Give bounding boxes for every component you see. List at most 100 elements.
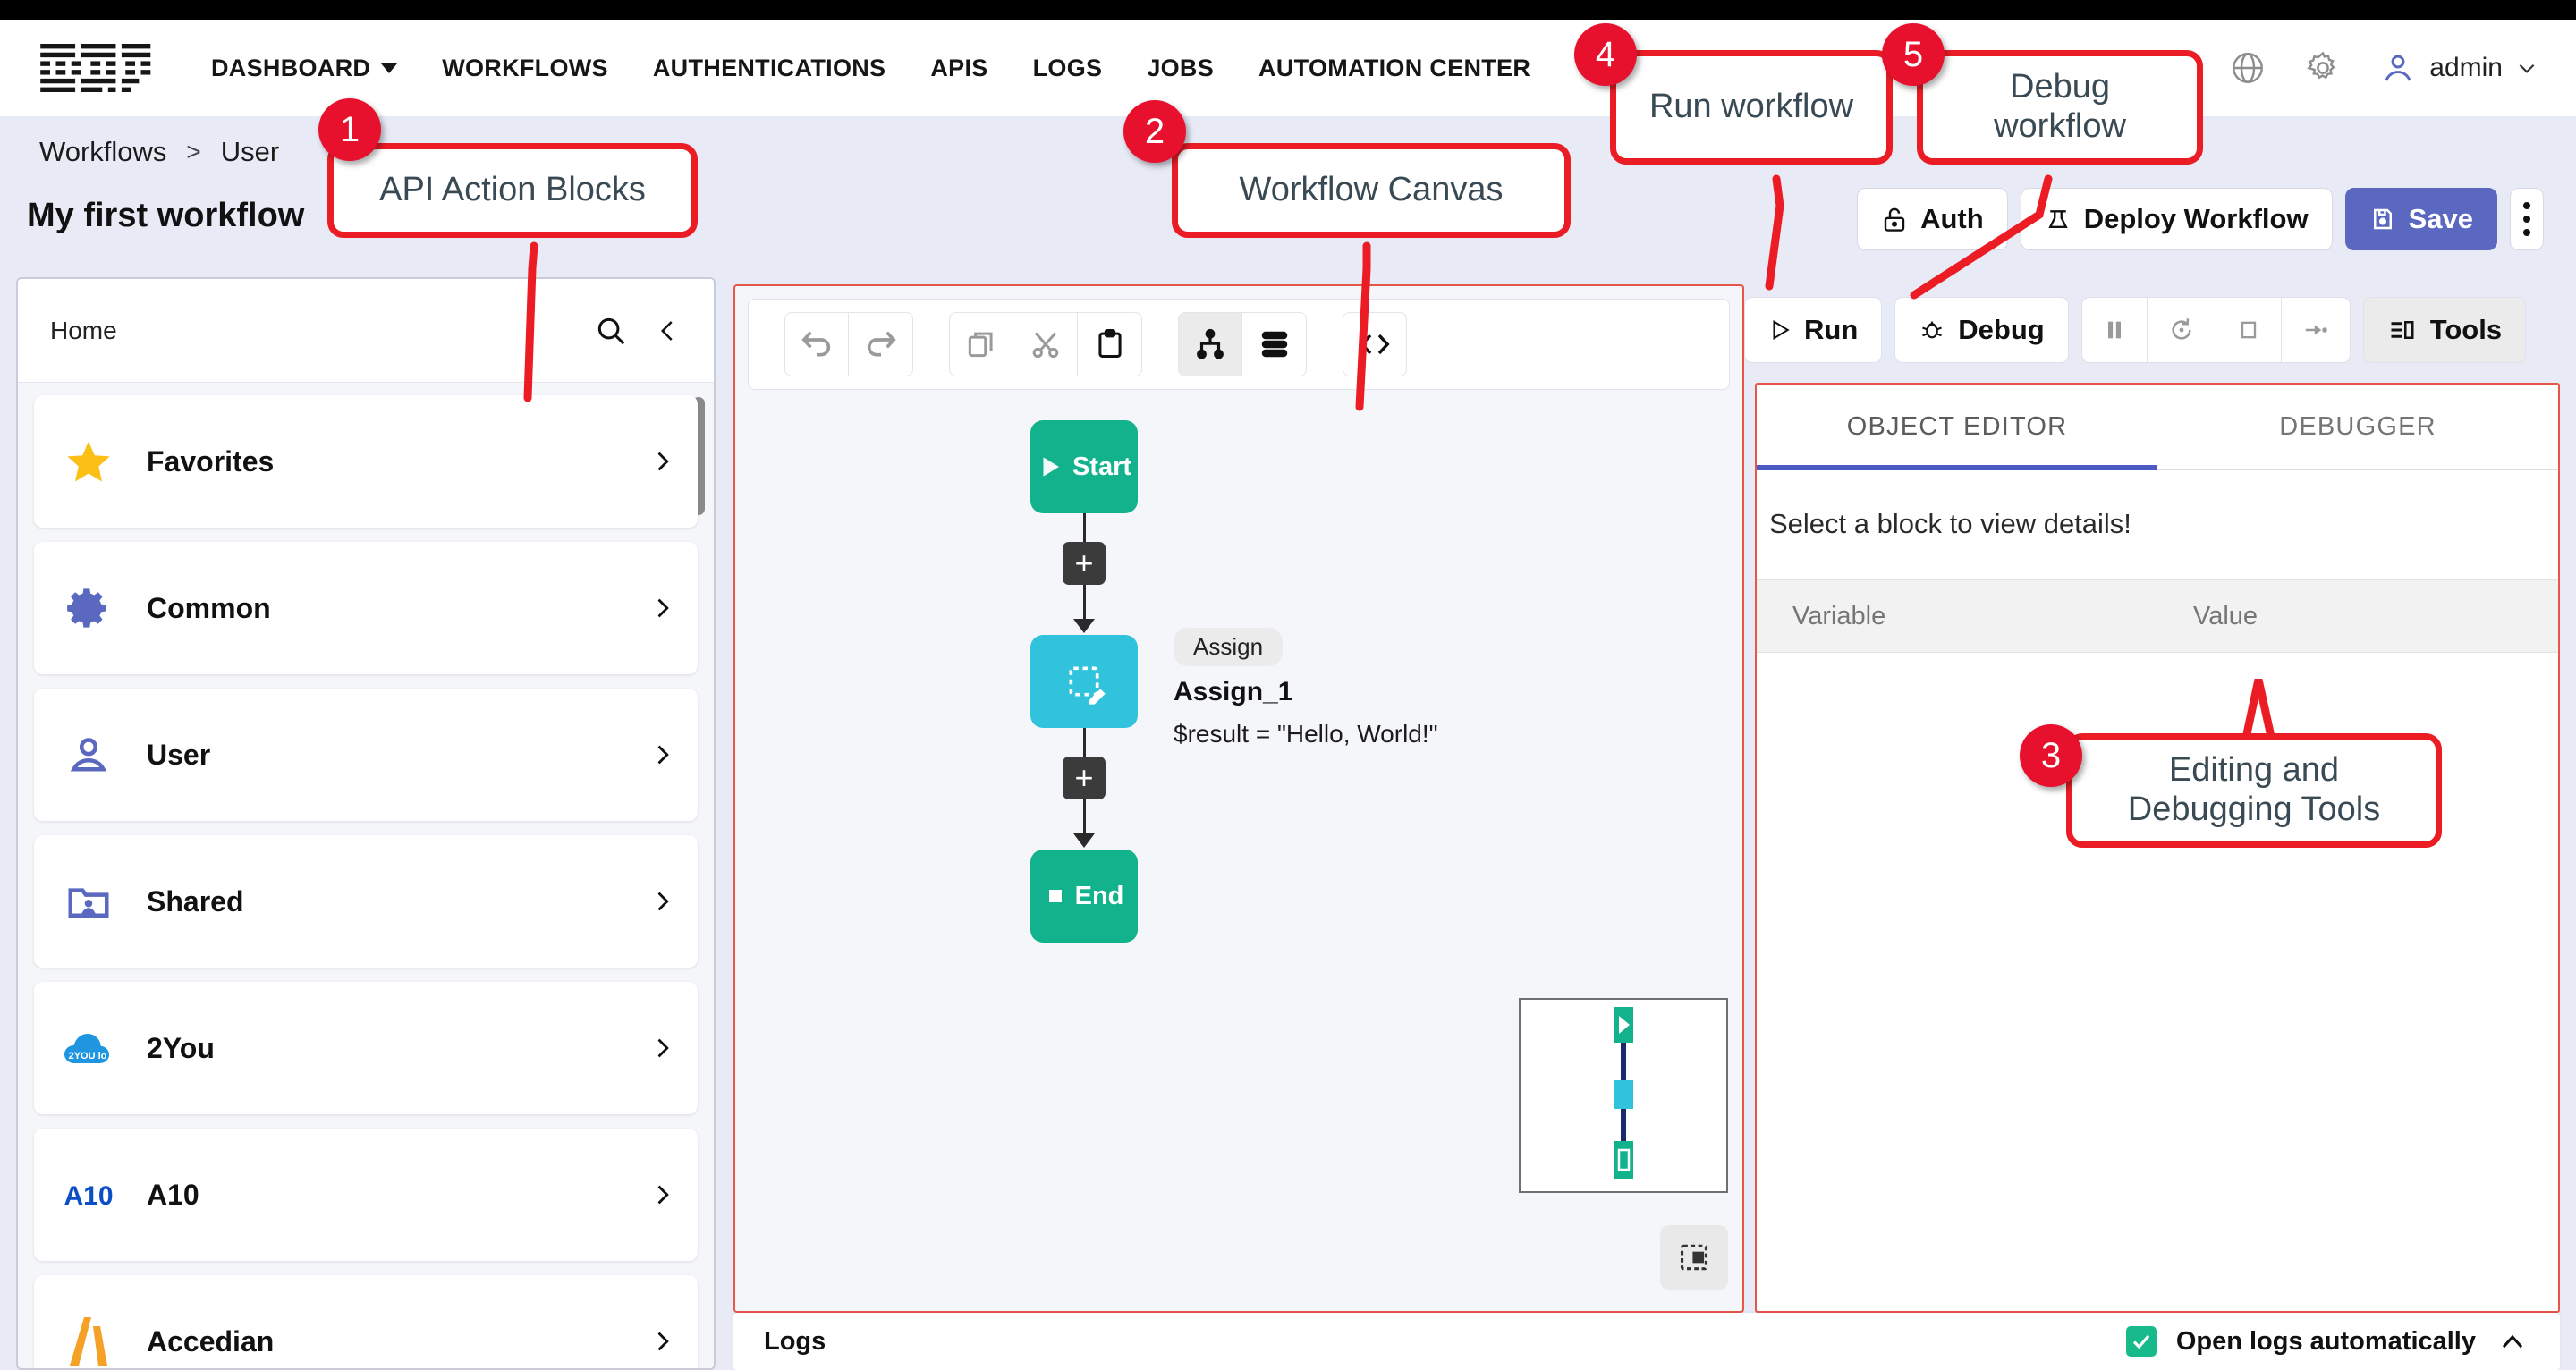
add-node-button-1[interactable]: + <box>1063 542 1106 585</box>
bug-icon <box>1922 321 1943 339</box>
workflow-graph[interactable]: Start + Assign Assign_1 $result = "Hello… <box>735 402 1742 1311</box>
globe-icon[interactable] <box>2229 49 2267 87</box>
auth-label: Auth <box>1920 203 1984 234</box>
nav-item-authentications[interactable]: AUTHENTICATIONS <box>653 55 886 82</box>
debug-controls-group <box>2080 297 2351 363</box>
right-panel-message: Select a block to view details! <box>1769 508 2131 539</box>
auth-button[interactable]: Auth <box>1857 188 2008 250</box>
workflow-canvas-panel: Start + Assign Assign_1 $result = "Hello… <box>733 284 1744 1313</box>
chevron-right-icon <box>657 892 669 911</box>
annotation-text: Editing and Debugging Tools <box>2127 751 2381 828</box>
fit-to-screen-icon <box>1680 1244 1708 1271</box>
cut-button[interactable] <box>1013 312 1078 376</box>
code-view-button[interactable] <box>1343 312 1407 376</box>
shared-folder-icon <box>57 877 120 926</box>
nav-item-logs[interactable]: LOGS <box>1033 55 1103 82</box>
list-item-shared[interactable]: Shared <box>34 835 698 968</box>
redo-button[interactable] <box>849 312 913 376</box>
step-over-button[interactable] <box>2281 297 2351 363</box>
step-over-icon <box>2305 325 2327 335</box>
stop-icon <box>2241 321 2256 339</box>
pause-button[interactable] <box>2080 297 2148 363</box>
code-view-group <box>1343 312 1407 376</box>
chevron-down-icon <box>381 63 398 73</box>
tools-button[interactable]: Tools <box>2362 297 2527 363</box>
stop-button[interactable] <box>2216 297 2282 363</box>
search-icon[interactable] <box>594 314 628 348</box>
run-label: Run <box>1804 314 1859 345</box>
connector-start-assign-2 <box>1083 585 1086 621</box>
flow-node-end[interactable]: End <box>1030 850 1138 943</box>
canvas-minimap[interactable] <box>1519 998 1728 1193</box>
nav-item-jobs[interactable]: JOBS <box>1147 55 1214 82</box>
flow-node-assign[interactable] <box>1030 635 1138 728</box>
restart-button[interactable] <box>2147 297 2216 363</box>
list-item-label: User <box>147 738 211 771</box>
left-panel-header-icons <box>594 314 682 348</box>
breadcrumb-item-workflows[interactable]: Workflows <box>39 136 166 168</box>
nav-item-apis[interactable]: APIS <box>930 55 987 82</box>
ibm-logo[interactable] <box>39 44 157 92</box>
flow-node-start-label: Start <box>1072 452 1132 481</box>
paste-button[interactable] <box>1078 312 1142 376</box>
list-item-common[interactable]: Common <box>34 542 698 674</box>
run-button[interactable]: Run <box>1744 297 1883 363</box>
chevron-up-icon[interactable] <box>2496 1328 2529 1355</box>
pause-icon <box>2107 321 2121 339</box>
nav-item-dashboard[interactable]: DASHBOARD <box>211 55 398 82</box>
tools-panel-icon <box>2391 321 2414 339</box>
list-item-label: Favorites <box>147 444 275 478</box>
chevron-right-icon <box>657 1185 669 1205</box>
fit-to-screen-button[interactable] <box>1660 1225 1728 1290</box>
logs-label[interactable]: Logs <box>764 1327 826 1357</box>
open-logs-checkbox[interactable] <box>2125 1326 2157 1357</box>
main-nav: DASHBOARD WORKFLOWS AUTHENTICATIONS APIS… <box>211 55 1530 82</box>
plus-label: + <box>1074 759 1094 796</box>
gear-icon[interactable] <box>2304 49 2342 87</box>
list-item-a10[interactable]: A10 A10 <box>34 1129 698 1261</box>
list-view-button[interactable] <box>1242 312 1307 376</box>
graph-view-button[interactable] <box>1178 312 1242 376</box>
list-item-favorites[interactable]: Favorites <box>34 395 698 528</box>
list-item-2you[interactable]: 2YOU io 2You <box>34 982 698 1114</box>
deploy-workflow-button[interactable]: Deploy Workflow <box>2020 188 2333 250</box>
user-icon <box>2385 55 2411 81</box>
list-item-user[interactable]: User <box>34 689 698 821</box>
annotation-callout-4: Run workflow <box>1610 50 1893 165</box>
flow-node-name: Assign_1 <box>1174 677 1293 706</box>
add-node-button-2[interactable]: + <box>1063 757 1106 799</box>
nav-item-automation-center[interactable]: AUTOMATION CENTER <box>1258 55 1530 82</box>
annotation-text: Workflow Canvas <box>1239 171 1504 209</box>
scissors-icon <box>1032 332 1058 359</box>
tab-debugger[interactable]: DEBUGGER <box>2157 385 2558 469</box>
tab-object-editor[interactable]: OBJECT EDITOR <box>1757 385 2157 470</box>
copy-button[interactable] <box>949 312 1013 376</box>
breadcrumb-item-user[interactable]: User <box>221 136 279 168</box>
clipboard-button-group <box>949 312 1142 376</box>
undo-button[interactable] <box>784 312 849 376</box>
redo-icon <box>867 331 896 357</box>
annotation-callout-3: Editing and Debugging Tools <box>2066 733 2442 848</box>
top-black-strip <box>0 0 2576 20</box>
annotation-text: Run workflow <box>1648 88 1854 126</box>
right-panel-tabs: OBJECT EDITOR DEBUGGER <box>1757 385 2558 470</box>
chevron-right-icon <box>657 1038 669 1058</box>
copy-icon <box>968 332 993 358</box>
annotation-badge-1: 1 <box>318 98 381 161</box>
api-action-blocks-panel: Home Favorites Common User Shared 2YOU i… <box>16 277 716 1370</box>
debug-button[interactable]: Debug <box>1894 297 2069 363</box>
user-menu[interactable]: admin <box>2379 49 2538 87</box>
save-button[interactable]: Save <box>2344 188 2497 250</box>
stop-square-icon <box>1048 890 1062 902</box>
code-brackets-icon <box>1360 334 1390 355</box>
chevron-down-icon <box>2519 63 2535 73</box>
chevron-left-icon[interactable] <box>655 314 682 348</box>
play-icon <box>1773 319 1790 341</box>
list-item-accedian[interactable]: Accedian <box>34 1275 698 1368</box>
flow-node-assign-meta: Assign Assign_1 $result = "Hello, World!… <box>1174 628 1438 748</box>
more-options-button[interactable] <box>2510 188 2544 250</box>
arrow-head-1 <box>1073 619 1095 633</box>
flow-node-start[interactable]: Start <box>1030 420 1138 513</box>
nav-item-workflows[interactable]: WORKFLOWS <box>442 55 608 82</box>
annotation-badge-5: 5 <box>1882 23 1945 86</box>
